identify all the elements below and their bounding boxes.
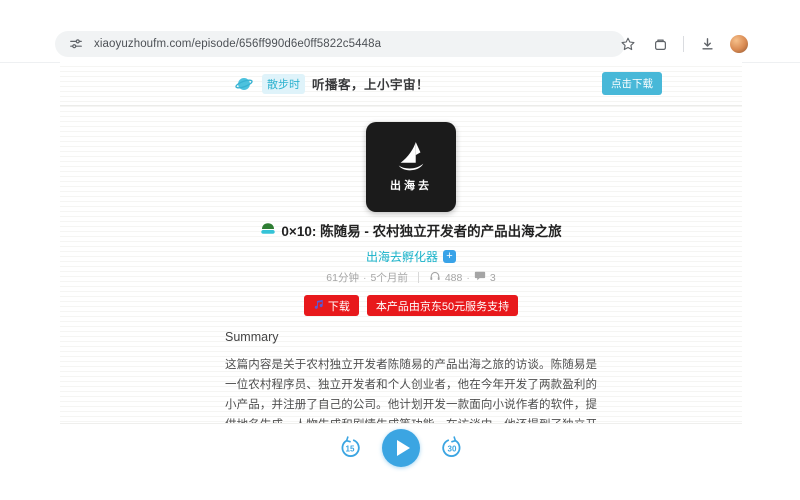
podcast-row: 出海去孵化器 + bbox=[80, 248, 742, 265]
rewind-seconds-label: 15 bbox=[346, 445, 355, 454]
url-text: xiaoyuzhoufm.com/episode/656ff990d6e0ff5… bbox=[94, 38, 382, 50]
url-bar[interactable]: xiaoyuzhoufm.com/episode/656ff990d6e0ff5… bbox=[55, 31, 625, 57]
toolbar-divider bbox=[683, 36, 684, 52]
forward-seconds-label: 30 bbox=[448, 445, 457, 454]
meta-separator: · bbox=[362, 271, 367, 284]
action-buttons: 下载 本产品由京东50元服务支持 bbox=[80, 295, 742, 316]
headphones-icon bbox=[429, 270, 441, 285]
toolbar-actions bbox=[619, 31, 748, 57]
download-button-label: 下载 bbox=[327, 300, 350, 313]
episode-meta: 61分钟 · 5个月前 488 · 3 bbox=[80, 270, 742, 285]
boat-icon bbox=[260, 221, 276, 240]
downloads-icon[interactable] bbox=[698, 35, 716, 53]
extensions-icon[interactable] bbox=[651, 35, 669, 53]
bookmark-star-icon[interactable] bbox=[619, 35, 637, 53]
comments-count: 3 bbox=[489, 271, 496, 284]
scene-tag: 散步时 bbox=[262, 73, 305, 94]
summary-heading: Summary bbox=[225, 330, 279, 344]
sailboat-icon bbox=[398, 141, 424, 171]
meta-separator: · bbox=[466, 271, 470, 284]
forward-30-button[interactable]: 30 bbox=[440, 436, 464, 460]
rewind-15-button[interactable]: 15 bbox=[338, 436, 362, 460]
banner-slogan: 听播客，上小宇宙！ bbox=[312, 78, 430, 92]
plays-count: 488 bbox=[444, 271, 463, 284]
duration-text: 61分钟 bbox=[326, 272, 359, 284]
comments-icon bbox=[474, 270, 486, 285]
site-settings-icon[interactable] bbox=[67, 35, 85, 53]
play-button[interactable] bbox=[382, 429, 420, 467]
browser-window: xiaoyuzhoufm.com/episode/656ff990d6e0ff5… bbox=[0, 0, 800, 500]
promo-banner: 散步时 听播客，上小宇宙！ 点击下载 bbox=[60, 62, 742, 106]
play-icon bbox=[397, 440, 410, 456]
music-note-icon bbox=[313, 299, 324, 313]
meta-divider bbox=[417, 272, 419, 283]
browser-toolbar: xiaoyuzhoufm.com/episode/656ff990d6e0ff5… bbox=[0, 0, 800, 63]
published-text: 5个月前 bbox=[370, 272, 408, 284]
subscribe-plus-badge[interactable]: + bbox=[443, 250, 456, 263]
download-button[interactable]: 下载 bbox=[303, 295, 359, 316]
profile-avatar[interactable] bbox=[730, 35, 748, 53]
page-viewport: 散步时 听播客，上小宇宙！ 点击下载 出海去 0×10: 陈随易 - 农村独立开… bbox=[60, 62, 742, 472]
episode-content: 出海去 0×10: 陈随易 - 农村独立开发者的产品出海之旅 出海去孵化器 + … bbox=[80, 106, 742, 455]
cover-title: 出海去 bbox=[390, 180, 432, 192]
episode-title-row: 0×10: 陈随易 - 农村独立开发者的产品出海之旅 bbox=[80, 220, 742, 240]
episode-title: 0×10: 陈随易 - 农村独立开发者的产品出海之旅 bbox=[281, 224, 562, 239]
audio-player-bar: 15 30 bbox=[60, 423, 742, 472]
promo-button[interactable]: 本产品由京东50元服务支持 bbox=[366, 295, 519, 316]
podcast-link[interactable]: 出海去孵化器 bbox=[366, 248, 438, 265]
planet-icon bbox=[235, 75, 253, 93]
banner-download-button[interactable]: 点击下载 bbox=[602, 72, 662, 95]
episode-cover: 出海去 bbox=[366, 122, 456, 212]
